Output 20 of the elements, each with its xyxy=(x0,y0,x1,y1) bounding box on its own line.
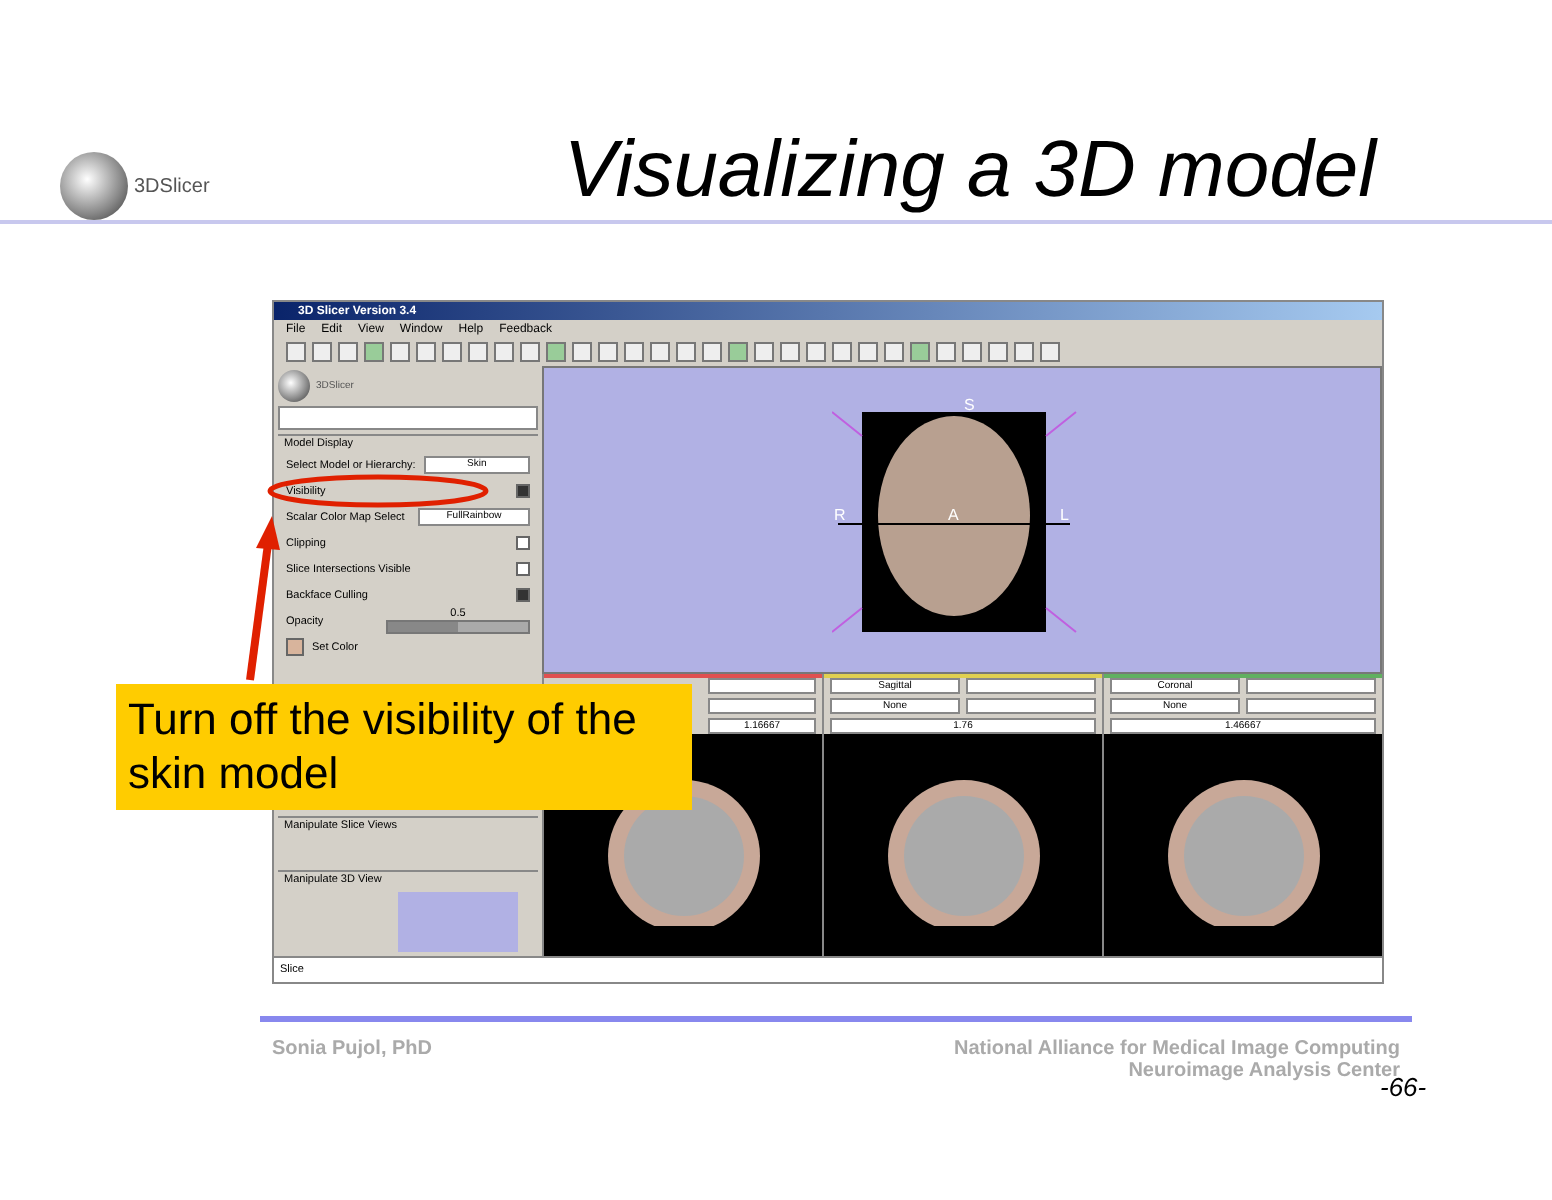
callout-text: Turn off the visibility of the skin model xyxy=(116,684,692,810)
select-field[interactable] xyxy=(966,678,1096,694)
logo-text: 3DSlicer xyxy=(134,175,210,197)
author-text: Sonia Pujol, PhD xyxy=(272,1038,433,1064)
slider-fill[interactable] xyxy=(388,622,458,632)
logo-icon xyxy=(60,152,128,220)
color-swatch[interactable] xyxy=(286,638,304,656)
logo-icon xyxy=(278,370,310,402)
checkbox[interactable] xyxy=(516,562,530,576)
checkbox[interactable] xyxy=(516,588,530,602)
select-field[interactable] xyxy=(1246,698,1376,714)
list-box[interactable] xyxy=(278,406,538,430)
organization-text: National Alliance for Medical Image Computing xyxy=(954,1038,1400,1060)
select-field[interactable] xyxy=(708,678,816,694)
select-field[interactable] xyxy=(1246,678,1376,694)
select-field[interactable] xyxy=(966,698,1096,714)
slide-title: Visualizing a 3D model xyxy=(563,126,1376,216)
checkbox[interactable] xyxy=(516,536,530,550)
checkbox[interactable] xyxy=(516,484,530,498)
select-field[interactable] xyxy=(708,698,816,714)
